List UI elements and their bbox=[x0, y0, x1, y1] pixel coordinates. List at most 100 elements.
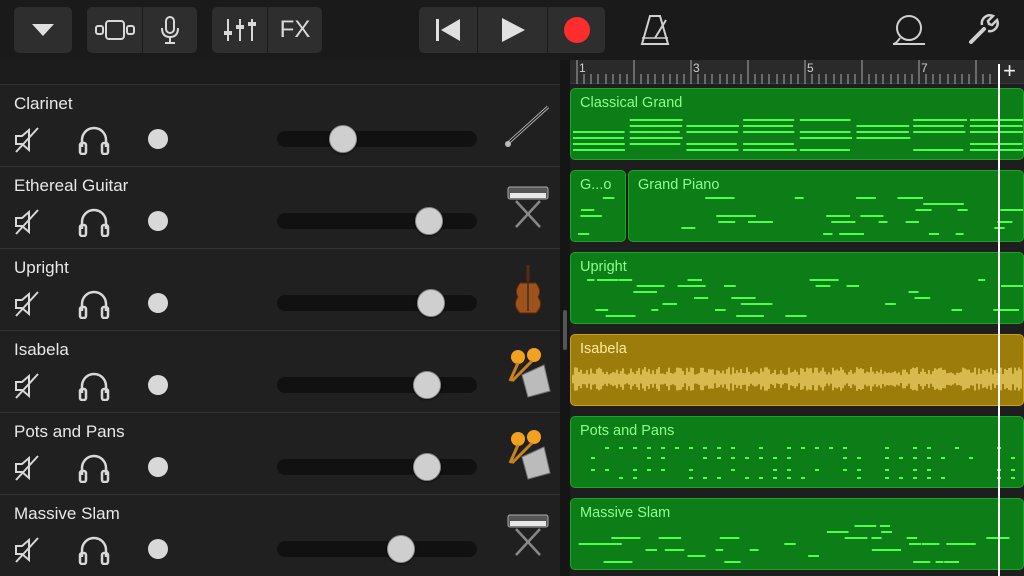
ruler-tick bbox=[797, 74, 799, 84]
headphones-icon bbox=[78, 290, 110, 320]
midi-region[interactable]: Upright bbox=[570, 252, 1024, 324]
view-group bbox=[87, 7, 197, 53]
mute-button[interactable] bbox=[14, 291, 42, 317]
view-toggle-button[interactable] bbox=[87, 7, 142, 53]
ruler-tick bbox=[825, 74, 827, 84]
volume-slider[interactable] bbox=[277, 459, 477, 475]
midi-region[interactable]: Grand Piano bbox=[628, 170, 1024, 242]
solo-button[interactable] bbox=[78, 125, 110, 156]
ruler-tick bbox=[868, 74, 870, 84]
ruler-tick bbox=[882, 74, 884, 84]
ruler-tick bbox=[754, 74, 756, 84]
mute-button[interactable] bbox=[14, 537, 42, 563]
ruler-tick bbox=[576, 60, 578, 84]
track-header[interactable]: Isabela bbox=[0, 330, 560, 412]
volume-knob[interactable] bbox=[413, 453, 441, 481]
mixer-button[interactable] bbox=[212, 7, 267, 53]
track-header[interactable]: Clarinet bbox=[0, 84, 560, 166]
ruler-tick bbox=[840, 74, 842, 84]
ruler-tick bbox=[961, 74, 963, 84]
midi-region[interactable]: Classical Grand bbox=[570, 88, 1024, 160]
mute-button[interactable] bbox=[14, 373, 42, 399]
browser-menu-button[interactable] bbox=[14, 7, 72, 53]
percussion-icon[interactable] bbox=[500, 345, 556, 401]
track-name: Massive Slam bbox=[14, 504, 120, 523]
playhead[interactable] bbox=[998, 84, 1000, 576]
midi-region[interactable]: Pots and Pans bbox=[570, 416, 1024, 488]
mixer-sliders-icon bbox=[223, 19, 256, 41]
rewind-icon bbox=[436, 19, 460, 41]
track-header[interactable]: Pots and Pans bbox=[0, 412, 560, 494]
ruler-tick bbox=[711, 74, 713, 84]
bar-ruler[interactable]: + 1 3 5 7 bbox=[570, 58, 1024, 84]
volume-knob[interactable] bbox=[387, 535, 415, 563]
record-enable-button[interactable] bbox=[148, 293, 168, 313]
keyboard-icon[interactable] bbox=[500, 181, 556, 237]
microphone-button[interactable] bbox=[142, 7, 197, 53]
volume-slider[interactable] bbox=[277, 213, 477, 229]
track-lane: G...o Grand Piano bbox=[570, 166, 1024, 248]
ruler-tick bbox=[890, 74, 891, 84]
playhead-handle[interactable] bbox=[998, 64, 1000, 86]
region-name: Grand Piano bbox=[638, 177, 720, 193]
volume-slider[interactable] bbox=[277, 541, 477, 557]
ruler-tick bbox=[605, 74, 606, 84]
solo-button[interactable] bbox=[78, 371, 110, 402]
record-button[interactable] bbox=[547, 7, 605, 53]
resize-handle[interactable] bbox=[563, 310, 567, 350]
rewind-button[interactable] bbox=[419, 7, 477, 53]
record-enable-button[interactable] bbox=[148, 129, 168, 149]
volume-knob[interactable] bbox=[415, 207, 443, 235]
chevron-down-icon bbox=[32, 24, 54, 36]
midi-region[interactable]: Massive Slam bbox=[570, 498, 1024, 570]
mute-button[interactable] bbox=[14, 209, 42, 235]
fx-button[interactable]: FX bbox=[267, 7, 322, 53]
bar-number: 3 bbox=[693, 61, 700, 75]
record-enable-button[interactable] bbox=[148, 457, 168, 477]
volume-slider[interactable] bbox=[277, 295, 477, 311]
record-enable-button[interactable] bbox=[148, 539, 168, 559]
record-enable-button[interactable] bbox=[148, 375, 168, 395]
speaker-muted-icon bbox=[15, 373, 39, 399]
ruler-tick bbox=[640, 74, 642, 84]
play-button[interactable] bbox=[477, 7, 547, 53]
record-enable-button[interactable] bbox=[148, 211, 168, 231]
volume-slider[interactable] bbox=[277, 377, 477, 393]
clarinet-icon[interactable] bbox=[500, 99, 556, 155]
upright-bass-icon[interactable] bbox=[500, 263, 556, 319]
metronome-icon bbox=[640, 15, 670, 45]
ruler-tick bbox=[847, 74, 849, 84]
ruler-tick bbox=[833, 74, 834, 84]
metronome-button[interactable] bbox=[630, 7, 680, 53]
region-name: Upright bbox=[580, 259, 627, 275]
mute-button[interactable] bbox=[14, 127, 42, 153]
record-icon bbox=[563, 17, 590, 43]
settings-button[interactable] bbox=[958, 7, 1008, 53]
solo-button[interactable] bbox=[78, 453, 110, 484]
loop-browser-button[interactable] bbox=[884, 7, 934, 53]
audio-region[interactable]: Isabela bbox=[570, 334, 1024, 406]
volume-knob[interactable] bbox=[413, 371, 441, 399]
track-name: Isabela bbox=[14, 340, 69, 359]
solo-button[interactable] bbox=[78, 535, 110, 566]
mute-button[interactable] bbox=[14, 455, 42, 481]
track-header[interactable]: Massive Slam bbox=[0, 494, 560, 576]
ruler-tick bbox=[662, 74, 663, 84]
ruler-tick bbox=[733, 74, 735, 84]
midi-region[interactable]: G...o bbox=[570, 170, 626, 242]
volume-slider[interactable] bbox=[277, 131, 477, 147]
transport-group bbox=[419, 7, 605, 53]
keyboard-icon[interactable] bbox=[500, 509, 556, 565]
solo-button[interactable] bbox=[78, 207, 110, 238]
track-header[interactable]: Ethereal Guitar bbox=[0, 166, 560, 248]
ruler-tick bbox=[690, 60, 692, 84]
solo-button[interactable] bbox=[78, 289, 110, 320]
track-header[interactable]: Upright bbox=[0, 248, 560, 330]
ruler-tick bbox=[719, 74, 720, 84]
add-section-button[interactable]: + bbox=[1003, 58, 1016, 84]
volume-knob[interactable] bbox=[329, 125, 357, 153]
ruler-tick bbox=[726, 74, 728, 84]
percussion-icon[interactable] bbox=[500, 427, 556, 483]
view-toggle-icon bbox=[94, 20, 135, 40]
volume-knob[interactable] bbox=[417, 289, 445, 317]
